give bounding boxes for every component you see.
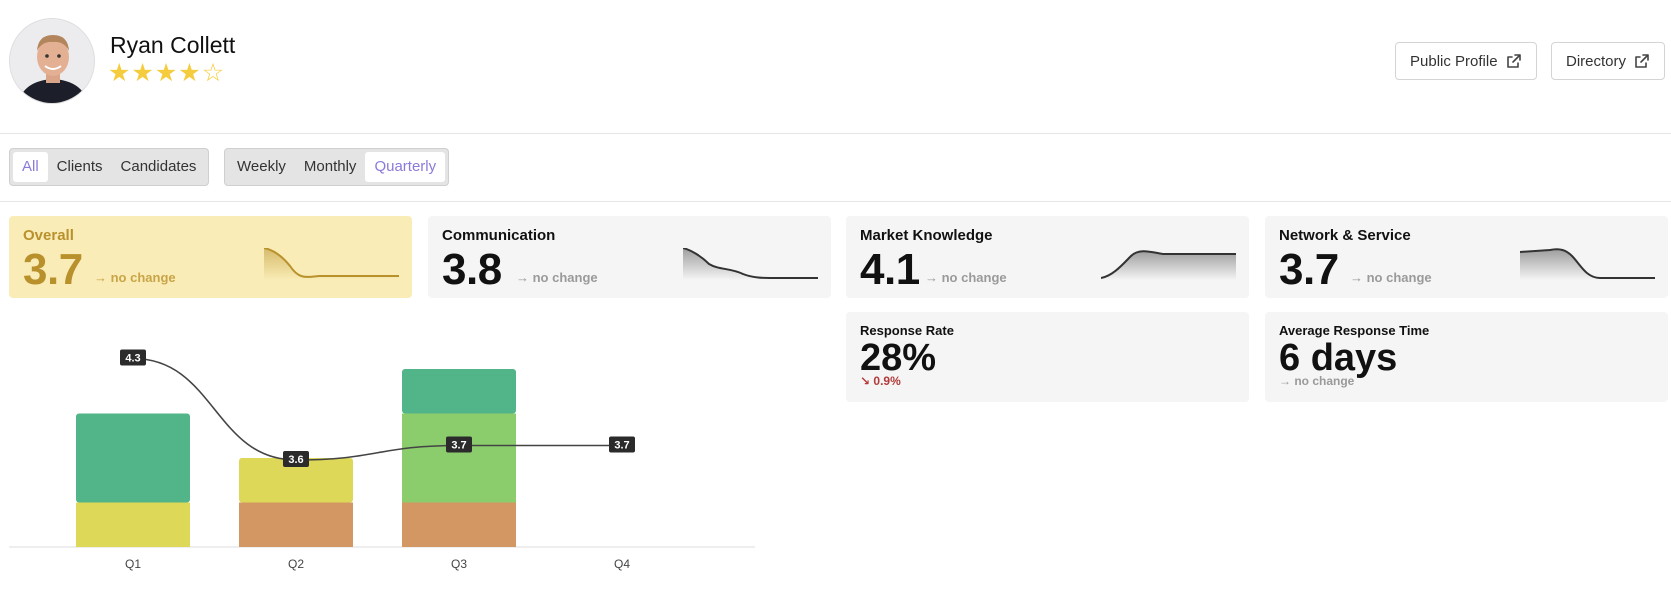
response-rate-change: ↘ 0.9% (860, 374, 901, 388)
audience-filter: All Clients Candidates (9, 148, 210, 186)
kpi-change: → no change (516, 270, 598, 285)
kpi-value: 3.7 (23, 245, 83, 294)
sparkline-chart (1101, 250, 1236, 280)
avg-response-time-change: → no change (1279, 374, 1355, 388)
sparkline-chart (264, 248, 399, 280)
public-profile-label: Public Profile (1410, 52, 1498, 70)
kpi-change: → no change (94, 270, 176, 285)
bar-segment (239, 502, 353, 547)
kpi-title: Overall (23, 227, 74, 244)
kpi-card-network-service[interactable]: Network & Service 3.7 → no change (1265, 216, 1668, 298)
filter-divider (0, 201, 1671, 202)
directory-button[interactable]: Directory (1551, 42, 1666, 80)
bar-segment (402, 502, 516, 547)
external-link-icon (1506, 54, 1521, 68)
line-data-label: 4.3 (125, 353, 140, 365)
star-filled-icon: ★ (108, 59, 132, 87)
x-tick-label: Q4 (614, 557, 630, 571)
quarterly-rating-chart: Q1 Q2 Q3 Q4 4.3 3.6 3.7 3.7 (9, 349, 755, 571)
sparkline-chart (683, 248, 818, 280)
line-data-label: 3.7 (451, 440, 466, 452)
kpi-value: 3.8 (442, 245, 502, 294)
avg-response-time-card[interactable]: Average Response Time 6 days → no change (1265, 312, 1668, 402)
public-profile-button[interactable]: Public Profile (1395, 42, 1537, 80)
external-link-icon (1635, 54, 1649, 68)
star-filled-icon: ★ (178, 59, 202, 87)
filter-quarterly[interactable]: Quarterly (365, 152, 446, 182)
kpi-change: → no change (1350, 270, 1432, 285)
avatar (9, 18, 95, 104)
profile-name: Ryan Collett (110, 32, 236, 58)
kpi-value: 4.1 (860, 245, 920, 294)
star-empty-icon: ☆ (201, 59, 226, 87)
line-data-label: 3.6 (288, 454, 303, 466)
kpi-value: 3.7 (1279, 245, 1339, 294)
response-rate-card[interactable]: Response Rate 28% ↘ 0.9% (846, 312, 1249, 402)
kpi-change: → no change (925, 270, 1007, 285)
bar-segment (76, 502, 190, 547)
x-tick-label: Q1 (125, 557, 141, 571)
line-data-label: 3.7 (614, 440, 629, 452)
directory-label: Directory (1566, 52, 1627, 70)
sparkline-chart (1520, 248, 1655, 280)
filter-clients[interactable]: Clients (48, 152, 112, 182)
star-filled-icon: ★ (131, 59, 155, 87)
average-rating-line (132, 357, 622, 461)
x-tick-label: Q2 (288, 557, 304, 571)
filter-candidates[interactable]: Candidates (112, 152, 206, 182)
x-tick-label: Q3 (451, 557, 467, 571)
filter-all[interactable]: All (13, 152, 48, 182)
kpi-title: Communication (442, 227, 556, 244)
kpi-title: Network & Service (1279, 227, 1411, 244)
star-filled-icon: ★ (154, 59, 179, 87)
bar-segment (76, 413, 190, 503)
bar-segment (402, 369, 516, 414)
period-filter: Weekly Monthly Quarterly (224, 148, 450, 186)
kpi-card-overall[interactable]: Overall 3.7 → no change (9, 216, 412, 298)
kpi-title: Market Knowledge (860, 227, 993, 244)
bar-segment (402, 413, 516, 503)
filter-weekly[interactable]: Weekly (228, 152, 295, 182)
star-rating: ★★★★☆ (108, 58, 225, 88)
avg-response-time-title: Average Response Time (1279, 323, 1430, 338)
kpi-card-communication[interactable]: Communication 3.8 → no change (428, 216, 831, 298)
filter-monthly[interactable]: Monthly (295, 152, 366, 182)
kpi-card-market-knowledge[interactable]: Market Knowledge 4.1 → no change (846, 216, 1249, 298)
header-divider (0, 133, 1671, 134)
response-rate-title: Response Rate (860, 323, 954, 338)
